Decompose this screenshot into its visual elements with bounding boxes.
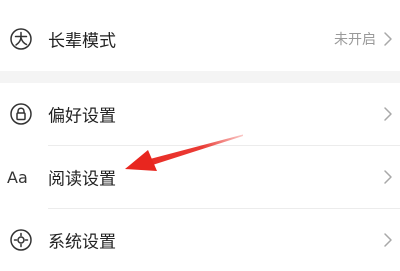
- preferences-row[interactable]: 偏好设置: [0, 83, 400, 145]
- font-size-icon: Aa: [7, 167, 28, 187]
- preferences-label: 偏好设置: [48, 106, 116, 127]
- elder-mode-status: 未开启: [334, 32, 376, 48]
- elder-mode-label: 长辈模式: [48, 31, 116, 52]
- system-settings-row[interactable]: 系统设置: [0, 209, 400, 271]
- system-settings-label: 系统设置: [48, 232, 116, 253]
- section-gap: [0, 71, 400, 83]
- settings-screen: 长辈模式 未开启 偏好设置 Aa 阅读设置 系统设置: [0, 0, 400, 271]
- chevron-right-icon: [384, 107, 392, 121]
- elder-mode-row[interactable]: 长辈模式 未开启: [0, 8, 400, 70]
- elder-mode-icon: [9, 27, 33, 51]
- lock-icon: [9, 102, 33, 126]
- chevron-right-icon: [384, 32, 392, 46]
- chevron-right-icon: [384, 170, 392, 184]
- reading-settings-label: 阅读设置: [48, 169, 116, 190]
- reading-settings-row[interactable]: Aa 阅读设置: [0, 146, 400, 208]
- gear-icon: [9, 228, 33, 252]
- chevron-right-icon: [384, 233, 392, 247]
